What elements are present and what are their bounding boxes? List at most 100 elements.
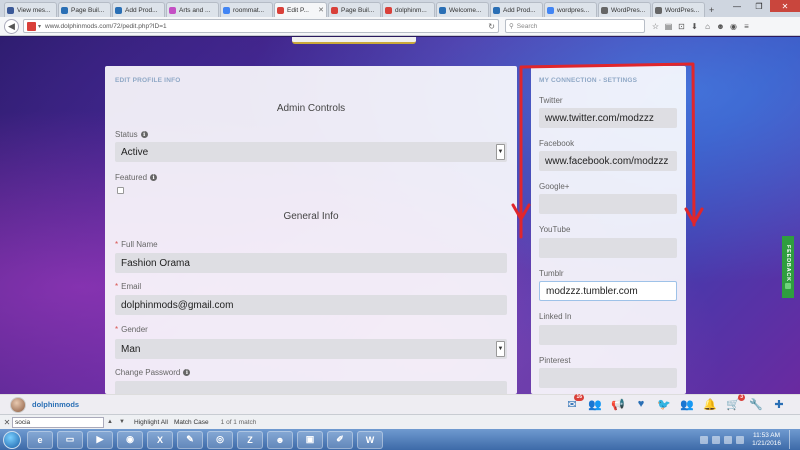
back-button[interactable]: ◀ [4, 18, 19, 34]
bookmark-star-icon[interactable]: ☆ [651, 22, 660, 31]
facebook-input[interactable]: www.facebook.com/modzzz [539, 151, 677, 171]
tab-label: roommat... [233, 6, 265, 14]
media-player-icon[interactable]: ▶ [87, 430, 113, 449]
info-icon: i [150, 174, 158, 181]
tab-favicon-icon [655, 6, 662, 14]
site-identity-icon[interactable] [27, 21, 36, 31]
googleplus-input[interactable] [539, 194, 677, 214]
new-tab-button[interactable]: + [706, 2, 717, 17]
folder-icon[interactable]: ▭ [57, 430, 83, 449]
show-desktop-button[interactable] [789, 430, 797, 449]
dropdown-arrow-icon[interactable]: ▼ [496, 144, 505, 160]
email-label-text: Email [121, 282, 142, 291]
filezilla-icon[interactable]: Z [237, 430, 263, 449]
browser-tab[interactable]: dolphinm... [382, 2, 435, 17]
search-box[interactable]: ⚲ Search [505, 19, 645, 33]
browser-tab[interactable]: Page Buil... [328, 2, 381, 17]
status-select[interactable]: Active ▼ [115, 142, 507, 162]
pocket-icon[interactable]: ◉ [729, 22, 738, 31]
edit-profile-card: EDIT PROFILE INFO Admin Controls Status … [105, 66, 517, 394]
find-prev-icon[interactable]: ▲ [104, 419, 116, 425]
mail-badge: 16 [574, 394, 584, 401]
highlight-all-toggle[interactable]: Highlight All [134, 419, 168, 426]
mail-icon[interactable]: ✉ 16 [565, 394, 584, 411]
plus-icon[interactable]: ✚ [772, 397, 786, 411]
browser-tab[interactable]: WordPres... [652, 2, 705, 17]
screen-capture-icon[interactable]: ▣ [297, 430, 323, 449]
wrench-icon[interactable]: 🔧 [749, 397, 763, 411]
find-next-icon[interactable]: ▼ [116, 419, 128, 425]
feedback-tab[interactable]: FEEDBACK [782, 236, 794, 298]
browser-tab[interactable]: Welcome... [436, 2, 489, 17]
gender-label: * Gender [115, 325, 148, 334]
cart-icon[interactable]: 🛒 3 [726, 394, 745, 411]
paint-icon[interactable]: ✎ [177, 430, 203, 449]
match-case-toggle[interactable]: Match Case [174, 419, 209, 426]
address-bar[interactable]: ▾ www.dolphinmods.com/72/pedit.php?ID=1 … [23, 19, 499, 33]
youtube-label: YouTube [539, 225, 571, 234]
back-arrow-icon: ◀ [8, 20, 15, 31]
linkedin-input[interactable] [539, 325, 677, 345]
browser-tab[interactable]: Add Prod... [112, 2, 165, 17]
tab-label: WordPres... [611, 6, 646, 14]
excel-icon[interactable]: X [147, 430, 173, 449]
browser-tab[interactable]: Page Buil... [58, 2, 111, 17]
twitter-input[interactable]: www.twitter.com/modzzz [539, 108, 677, 128]
download-icon[interactable]: ⬇ [690, 22, 699, 31]
friends-icon[interactable]: 👥 [588, 397, 602, 411]
toolbar-icons: ☆ ▤ ⊡ ⬇ ⌂ ☻ ◉ ≡ [651, 22, 751, 31]
minimize-button[interactable]: — [726, 0, 748, 12]
browser-tab[interactable]: WordPres... [598, 2, 651, 17]
notepad-icon[interactable]: ✐ [327, 430, 353, 449]
dropdown-arrow-icon[interactable]: ▼ [496, 341, 505, 357]
browser-tab[interactable]: roommat... [220, 2, 273, 17]
tumblr-input[interactable]: modzzz.tumbler.com [539, 281, 677, 301]
facebook-label: Facebook [539, 139, 575, 148]
full-name-input[interactable]: Fashion Orama [115, 253, 507, 273]
firefox-icon[interactable]: ◉ [117, 430, 143, 449]
tab-close-icon[interactable]: ✕ [318, 6, 324, 14]
twitter-bird-icon[interactable]: 🐦 [657, 397, 671, 411]
tray-app-icon[interactable] [712, 435, 721, 444]
internet-explorer-icon[interactable]: e [27, 430, 53, 449]
youtube-input[interactable] [539, 238, 677, 258]
gender-select[interactable]: Man ▼ [115, 339, 507, 359]
tray-arrow-icon[interactable] [700, 435, 709, 444]
reload-icon[interactable]: ↻ [488, 22, 495, 31]
maximize-button[interactable]: ❐ [748, 0, 770, 12]
heart-icon[interactable]: ♥ [634, 397, 648, 411]
browser-tab[interactable]: Add Prod... [490, 2, 543, 17]
chat-icon[interactable]: ☻ [716, 22, 725, 31]
megaphone-icon[interactable]: 📢 [611, 397, 625, 411]
username-link[interactable]: dolphinmods [32, 400, 79, 409]
bell-icon[interactable]: 🔔 [703, 397, 717, 411]
general-info-heading: General Info [283, 211, 339, 222]
reading-list-icon[interactable]: ▤ [664, 22, 673, 31]
change-password-input[interactable] [115, 381, 507, 394]
home-icon[interactable]: ⌂ [703, 22, 712, 31]
find-close-icon[interactable]: ✕ [2, 418, 12, 427]
pinterest-input[interactable] [539, 368, 677, 388]
start-button[interactable] [3, 430, 21, 449]
frog-app-icon[interactable]: ☻ [267, 430, 293, 449]
word-icon[interactable]: W [357, 430, 383, 449]
browser-tab[interactable]: Arts and ... [166, 2, 219, 17]
site-dropdown-icon[interactable]: ▾ [38, 23, 41, 30]
lock-icon[interactable]: ⊡ [677, 22, 686, 31]
find-input[interactable]: socia [12, 416, 104, 428]
close-window-button[interactable]: ✕ [770, 0, 800, 12]
browser-tab[interactable]: Edit P... ✕ [274, 2, 327, 17]
group-icon[interactable]: 👥 [680, 397, 694, 411]
tray-volume-icon[interactable] [736, 435, 745, 444]
menu-icon[interactable]: ≡ [742, 22, 751, 31]
browser-tab[interactable]: wordpres... [544, 2, 597, 17]
chrome-icon[interactable]: ◎ [207, 430, 233, 449]
feedback-icon [785, 283, 791, 290]
clock[interactable]: 11:53 AM 1/21/2016 [752, 432, 781, 448]
section-title-edit-profile: EDIT PROFILE INFO [115, 77, 181, 84]
email-input[interactable]: dolphinmods@gmail.com [115, 295, 507, 315]
featured-checkbox[interactable] [117, 187, 124, 194]
tray-network-icon[interactable] [724, 435, 733, 444]
browser-tab[interactable]: View mes... [4, 2, 57, 17]
avatar[interactable] [10, 396, 26, 413]
